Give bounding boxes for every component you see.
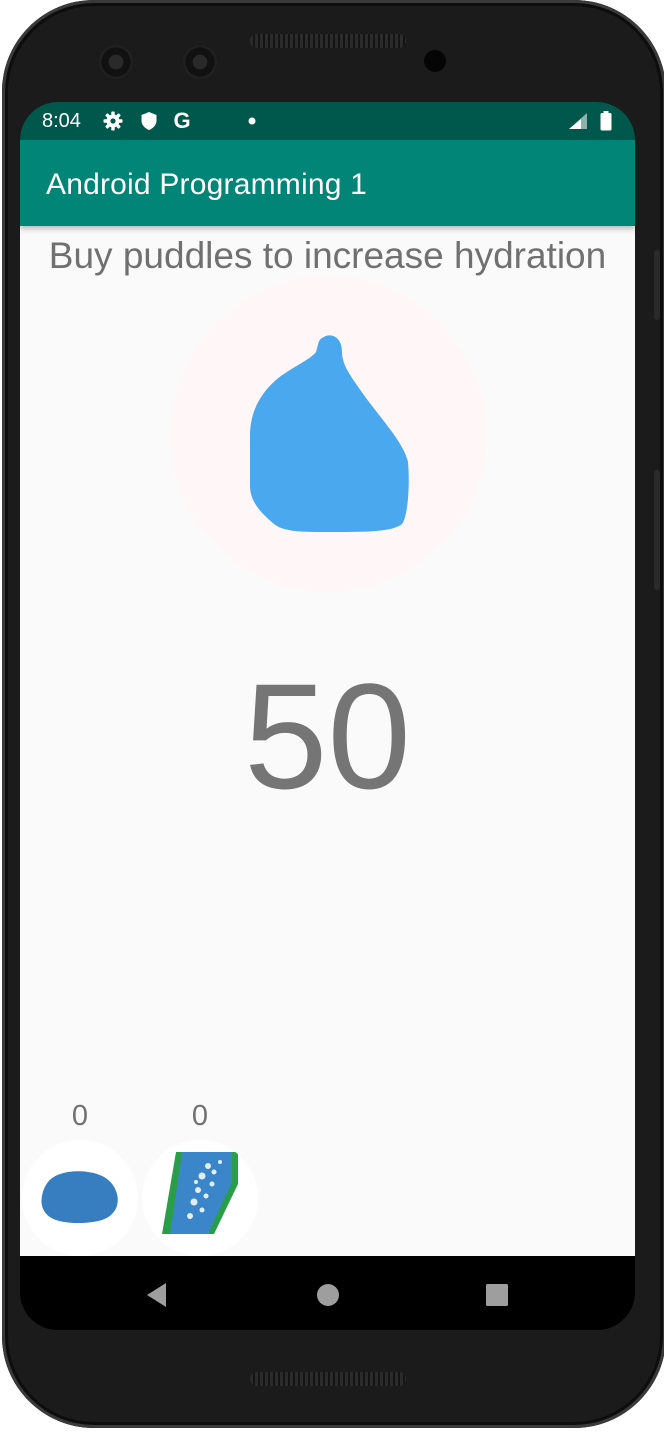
status-time: 8:04	[42, 110, 81, 132]
bottom-speaker	[250, 1372, 406, 1386]
back-icon	[147, 1283, 166, 1307]
front-camera-icon	[99, 45, 133, 79]
water-drop-icon	[250, 335, 409, 532]
buy-puddle-button[interactable]	[22, 1140, 138, 1256]
google-icon: G	[172, 108, 192, 133]
gear-icon	[103, 111, 123, 131]
battery-icon	[596, 111, 616, 131]
instruction-text: Buy puddles to increase hydration	[48, 235, 607, 276]
power-button[interactable]	[654, 250, 660, 320]
google-letter: G	[173, 108, 191, 133]
river-icon	[162, 1152, 238, 1234]
main-content: Buy puddles to increase hydration 50 0 0	[20, 226, 635, 1256]
app-bar: Android Programming 1	[20, 140, 635, 226]
earpiece-speaker	[250, 34, 406, 48]
recents-icon	[486, 1284, 508, 1306]
home-button[interactable]	[313, 1280, 343, 1310]
buy-river-button[interactable]	[142, 1140, 258, 1256]
recents-button[interactable]	[482, 1280, 512, 1310]
device-screen: 8:04 G Android Programming 1 Buy puddles…	[20, 102, 635, 1330]
notification-dot-icon	[242, 111, 262, 131]
shop-item-puddle: 0	[20, 1096, 140, 1256]
back-button[interactable]	[142, 1280, 172, 1310]
puddle-icon	[41, 1171, 118, 1223]
shield-icon	[139, 111, 159, 131]
navigation-bar	[20, 1256, 635, 1330]
status-bar: 8:04 G	[20, 102, 635, 140]
phone-frame: 8:04 G Android Programming 1 Buy puddles…	[0, 0, 664, 1432]
app-title: Android Programming 1	[46, 168, 368, 201]
hydration-counter: 50	[244, 652, 411, 820]
home-icon	[317, 1284, 339, 1306]
proximity-sensor	[424, 50, 446, 72]
water-drop-button[interactable]	[170, 276, 486, 592]
volume-button[interactable]	[654, 470, 660, 590]
front-camera-icon	[183, 45, 217, 79]
river-count: 0	[191, 1100, 209, 1132]
shop-item-river: 0	[140, 1096, 260, 1256]
cell-signal-icon	[568, 111, 588, 131]
puddle-count: 0	[71, 1100, 89, 1132]
